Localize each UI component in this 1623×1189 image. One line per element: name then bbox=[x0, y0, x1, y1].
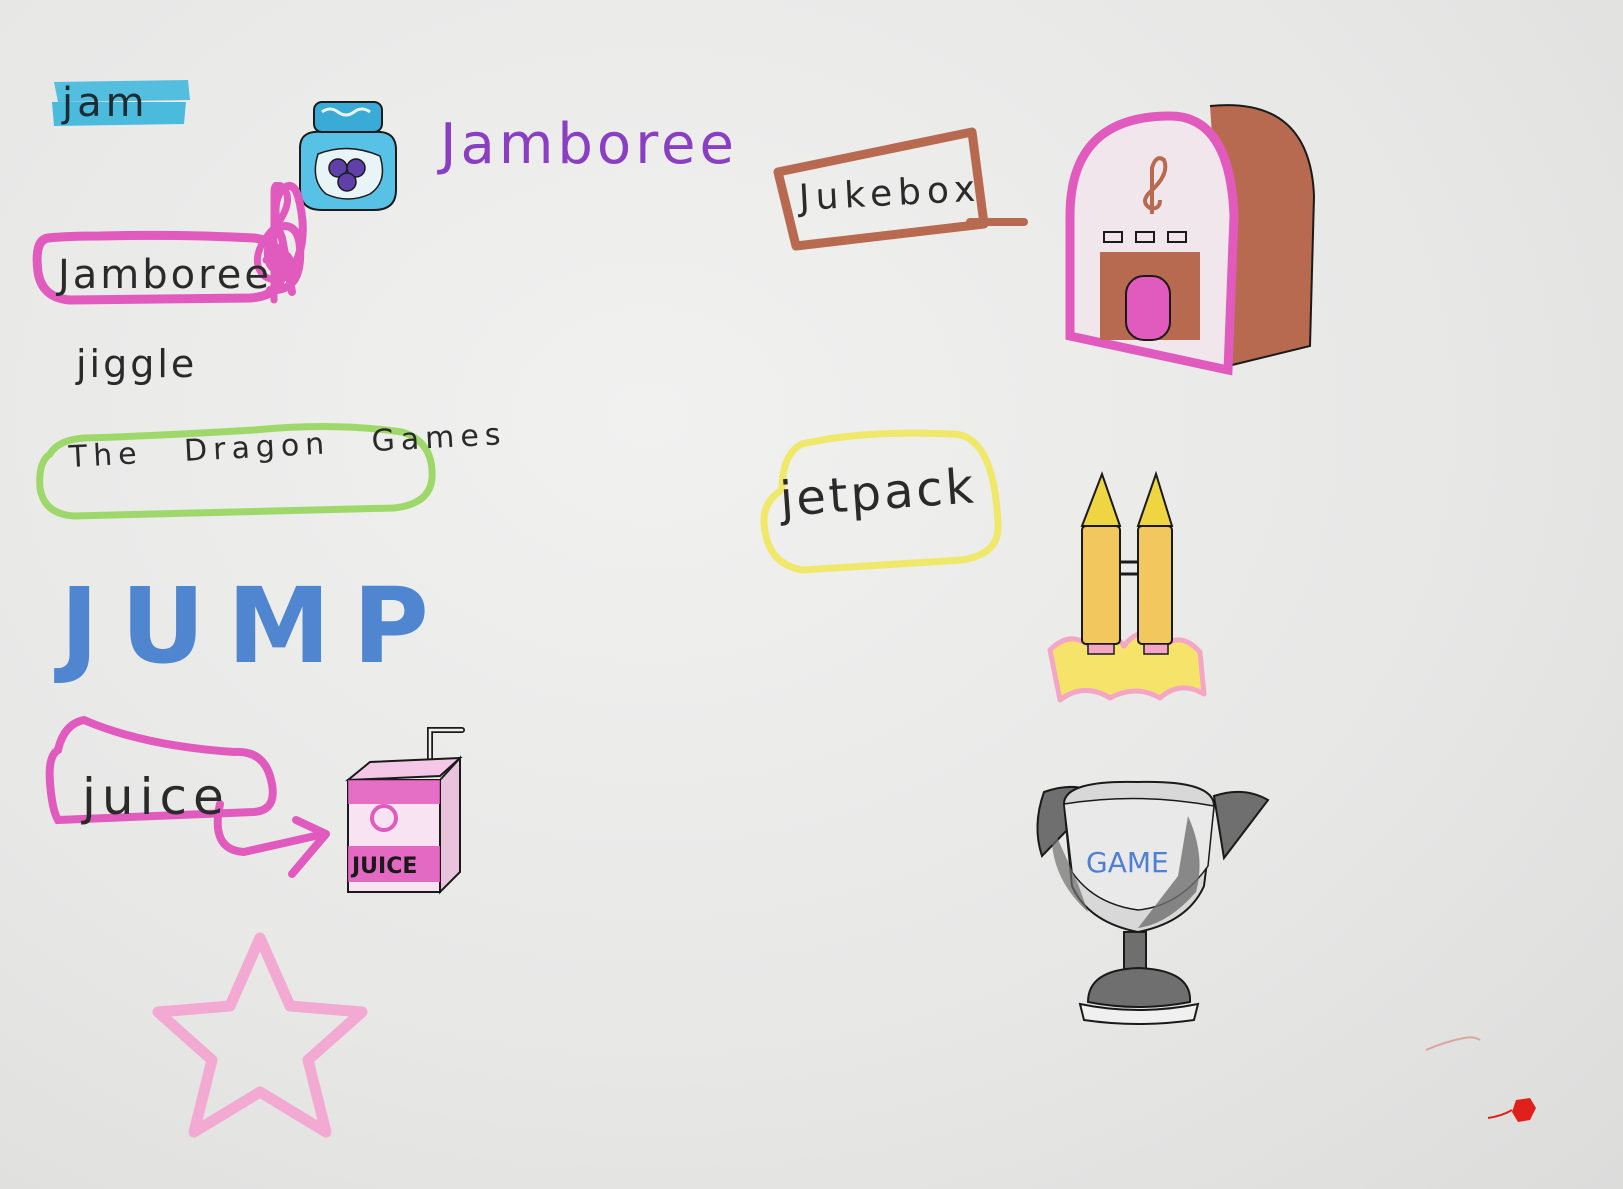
word-juice: juice bbox=[82, 768, 230, 826]
red-marker-dot bbox=[1486, 1094, 1546, 1128]
word-jump: JUMP bbox=[60, 565, 451, 687]
trophy-icon: GAME bbox=[1028, 776, 1274, 1034]
word-jam: jam bbox=[62, 80, 149, 126]
jetpack-icon bbox=[1040, 470, 1220, 710]
juice-box-icon: JUICE bbox=[344, 722, 484, 900]
juice-box-label: JUICE bbox=[350, 854, 417, 879]
whiteboard: jam Jamboree Jamboree jiggle The Dragon … bbox=[0, 0, 1623, 1189]
word-jamboree-pink: Jamboree bbox=[58, 252, 272, 298]
jukebox-icon bbox=[1060, 96, 1320, 386]
star-icon bbox=[150, 926, 380, 1156]
word-jamboree-purple: Jamboree bbox=[440, 112, 738, 177]
marker-scribble bbox=[1424, 1030, 1484, 1056]
trophy-label: GAME bbox=[1086, 846, 1169, 879]
word-jiggle: jiggle bbox=[76, 342, 198, 386]
